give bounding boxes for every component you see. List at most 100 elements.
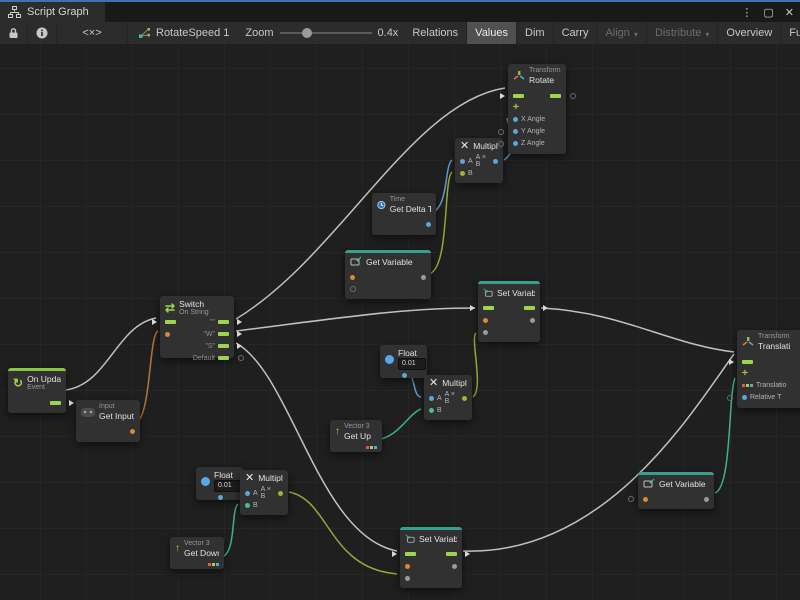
flow-output-port[interactable]: [524, 306, 535, 310]
flow-output-port[interactable]: [218, 344, 229, 348]
vector3-output-port[interactable]: [208, 563, 219, 566]
vector3-output-port[interactable]: [366, 446, 377, 449]
node-translate[interactable]: Transform Translati ✛ Translatio Relativ…: [737, 330, 800, 408]
flow-input-port[interactable]: [742, 360, 753, 364]
node-set-variable-mid[interactable]: Set Variable: [478, 281, 540, 342]
node-float-bot[interactable]: Float 0.01: [196, 467, 243, 500]
node-category: Vector 3: [184, 540, 219, 548]
node-set-variable-bot[interactable]: Set Variable: [400, 527, 462, 588]
value-output-port[interactable]: [452, 564, 457, 569]
flow-output-port[interactable]: [218, 332, 229, 336]
graph-breadcrumb[interactable]: RotateSpeed 1: [128, 22, 239, 44]
node-vector3-get-down[interactable]: ↑ Vector 3 Get Down: [170, 537, 224, 569]
node-vector3-get-up[interactable]: ↑ Vector 3 Get Up: [330, 420, 382, 452]
node-category: Transform: [529, 67, 561, 75]
node-title: Multiply: [258, 473, 283, 483]
multiply-icon: ✕: [460, 141, 469, 151]
flow-input-port[interactable]: [513, 94, 524, 98]
float-output-port[interactable]: [218, 495, 223, 500]
float-value-input[interactable]: 0.01: [214, 480, 242, 492]
input-a-port[interactable]: [429, 396, 434, 401]
value-output-port[interactable]: [530, 318, 535, 323]
case-label: "": [210, 319, 215, 326]
flow-output-port[interactable]: [50, 401, 61, 405]
float-output-port[interactable]: [426, 222, 431, 227]
node-category: Event: [27, 384, 61, 392]
graph-tree-icon: [8, 6, 21, 18]
relations-toggle[interactable]: Relations: [404, 22, 467, 44]
node-get-delta-time[interactable]: Time Get Delta Time: [372, 193, 436, 235]
value-output-port[interactable]: [421, 275, 426, 280]
string-output-port[interactable]: [130, 429, 135, 434]
multiply-icon: ✕: [429, 378, 438, 388]
z-angle-port[interactable]: [513, 141, 518, 146]
value-output-port[interactable]: [704, 497, 709, 502]
values-toggle[interactable]: Values: [467, 22, 517, 44]
lock-button[interactable]: [0, 22, 28, 44]
output-port[interactable]: [462, 396, 467, 401]
zoom-slider[interactable]: [280, 32, 372, 34]
arrow-up-icon: ↑: [175, 544, 180, 554]
input-a-port[interactable]: [460, 159, 465, 164]
tab-script-graph[interactable]: Script Graph: [0, 2, 105, 22]
switch-icon: ⇄: [165, 303, 175, 313]
name-input-port[interactable]: [405, 564, 410, 569]
window-close-icon[interactable]: ✕: [785, 6, 794, 19]
flow-output-port[interactable]: [446, 552, 457, 556]
float-value-input[interactable]: 0.01: [398, 358, 426, 370]
overview-button[interactable]: Overview: [718, 22, 781, 44]
node-rotate[interactable]: Transform Rotate ✛ X Angle Y Angle Z Ang…: [508, 64, 566, 154]
node-category: Time: [390, 196, 431, 204]
flow-output-port[interactable]: [218, 320, 229, 324]
output-port[interactable]: [278, 491, 283, 496]
dim-toggle[interactable]: Dim: [517, 22, 554, 44]
name-input-port[interactable]: [483, 318, 488, 323]
flow-input-port[interactable]: [483, 306, 494, 310]
input-b-port[interactable]: [429, 408, 434, 413]
relative-to-port[interactable]: [742, 395, 747, 400]
y-angle-port[interactable]: [513, 129, 518, 134]
node-get-variable-top[interactable]: Get Variable: [345, 250, 431, 299]
selector-input-port[interactable]: [165, 332, 170, 337]
value-input-port[interactable]: [405, 576, 410, 581]
zoom-slider-thumb[interactable]: [302, 28, 312, 38]
node-switch-on-string[interactable]: ⇄ Switch On String "" "W" "S" Default: [160, 296, 234, 358]
node-on-update[interactable]: ↻ On Update Event: [8, 368, 66, 413]
flow-output-port[interactable]: [218, 356, 229, 360]
wire-getup-multiply: [377, 409, 421, 440]
input-a-port[interactable]: [245, 491, 250, 496]
transform-icon: [513, 71, 525, 82]
flow-output-port[interactable]: [550, 94, 561, 98]
window-maximize-icon[interactable]: ▢: [763, 6, 773, 19]
align-dropdown[interactable]: Align▾: [597, 22, 646, 44]
translation-input-port[interactable]: [742, 384, 753, 387]
node-get-input-string[interactable]: Input Get Input Strin: [76, 400, 140, 442]
wire-arrow: [237, 319, 242, 325]
carry-toggle[interactable]: Carry: [554, 22, 598, 44]
flow-input-port[interactable]: [165, 320, 176, 324]
name-input-port[interactable]: [350, 275, 355, 280]
node-float-top[interactable]: Float 0.01: [380, 345, 427, 378]
variable-icon: [643, 478, 655, 489]
float-output-port[interactable]: [402, 373, 407, 378]
fallback-port[interactable]: [350, 286, 356, 292]
fullscreen-button[interactable]: Full Screen: [781, 22, 800, 44]
node-multiply-mid[interactable]: ✕ Multiply A A × B B: [424, 375, 472, 420]
flow-input-port[interactable]: [405, 552, 416, 556]
input-b-port[interactable]: [245, 503, 250, 508]
node-get-variable-bot[interactable]: Get Variable: [638, 472, 714, 509]
graph-canvas[interactable]: ↻ On Update Event Input Get Input Strin: [0, 44, 800, 600]
window-menu-icon[interactable]: ⋮: [741, 6, 752, 19]
output-port[interactable]: [493, 159, 498, 164]
zoom-control: Zoom 0.4x: [239, 22, 404, 44]
value-input-port[interactable]: [483, 330, 488, 335]
inspect-button[interactable]: [28, 22, 57, 44]
distribute-dropdown[interactable]: Distribute▾: [647, 22, 718, 44]
graph-toolbar: <×> RotateSpeed 1 Zoom 0.4x Relations Va…: [0, 22, 800, 45]
input-b-port[interactable]: [460, 171, 465, 176]
node-multiply-top[interactable]: ✕ Multiply A A × B B: [455, 138, 503, 183]
name-input-port[interactable]: [643, 497, 648, 502]
zoom-to-fit-button[interactable]: <×>: [57, 22, 128, 44]
x-angle-port[interactable]: [513, 117, 518, 122]
node-multiply-bot[interactable]: ✕ Multiply A A × B B: [240, 470, 288, 515]
